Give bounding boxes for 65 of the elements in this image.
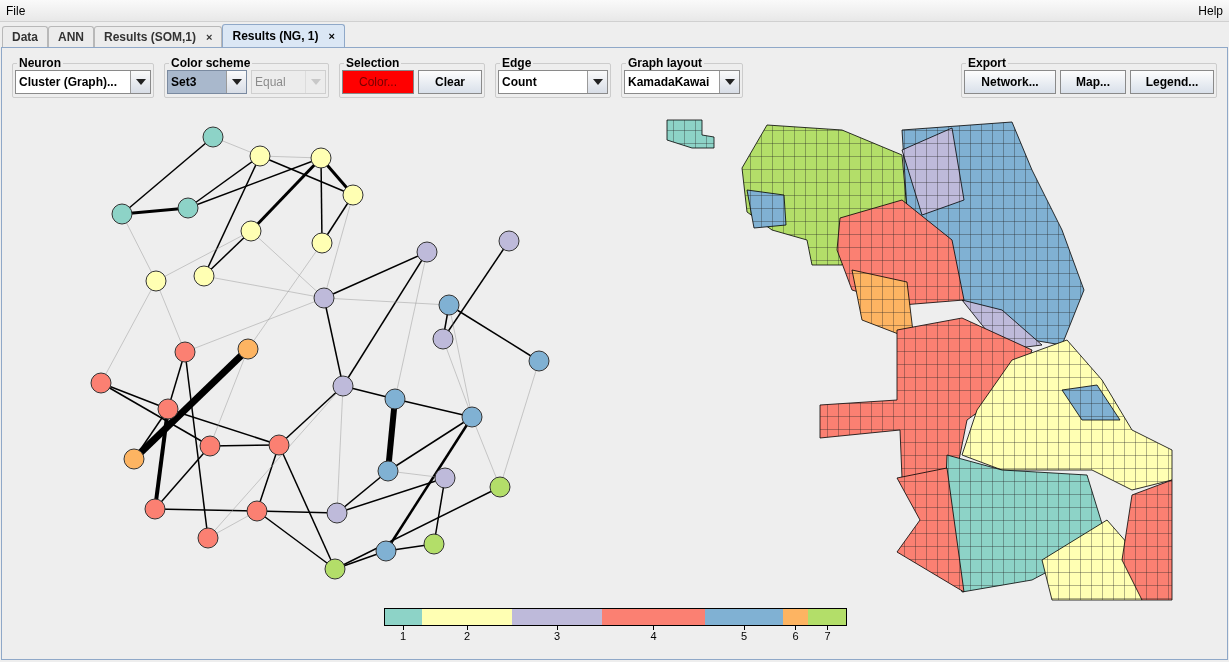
graph-node bbox=[438, 294, 460, 316]
graph-node bbox=[324, 558, 346, 580]
group-title: Selection bbox=[345, 56, 401, 70]
dropdown[interactable]: Set3 bbox=[167, 70, 247, 94]
graph-node bbox=[311, 232, 333, 254]
graph-node bbox=[246, 500, 268, 522]
graph-node bbox=[157, 398, 179, 420]
tab[interactable]: Results (SOM,1) × bbox=[94, 26, 223, 47]
graph-node bbox=[434, 467, 456, 489]
group-title: Export bbox=[967, 56, 1007, 70]
tab[interactable]: ANN bbox=[48, 26, 94, 47]
graph-node bbox=[237, 338, 259, 360]
group-title: Neuron bbox=[18, 56, 62, 70]
graph-node bbox=[90, 372, 112, 394]
legend-label: 1 bbox=[399, 630, 407, 642]
graph-node bbox=[123, 448, 145, 470]
menu-item[interactable]: File bbox=[6, 1, 26, 20]
graph-node bbox=[384, 388, 406, 410]
dropdown[interactable]: KamadaKawai bbox=[624, 70, 740, 94]
legend-label: 2 bbox=[463, 630, 471, 642]
graph-node bbox=[423, 533, 445, 555]
close-icon[interactable]: × bbox=[206, 28, 213, 46]
button[interactable]: Clear bbox=[418, 70, 482, 94]
graph-node bbox=[489, 476, 511, 498]
graph-node bbox=[174, 341, 196, 363]
legend-label: 3 bbox=[553, 630, 561, 642]
dropdown[interactable]: Cluster (Graph)... bbox=[15, 70, 151, 94]
graph-node bbox=[145, 270, 167, 292]
graph-node bbox=[375, 540, 397, 562]
tab[interactable]: Results (NG, 1) × bbox=[222, 24, 345, 47]
graph-node bbox=[342, 184, 364, 206]
graph-node bbox=[416, 241, 438, 263]
graph-node bbox=[202, 126, 224, 148]
graph-node bbox=[144, 498, 166, 520]
group-title: Graph layout bbox=[627, 56, 703, 70]
legend-label: 5 bbox=[740, 630, 748, 642]
graph-node bbox=[193, 265, 215, 287]
graph-node bbox=[111, 203, 133, 225]
legend-label: 4 bbox=[650, 630, 657, 642]
graph-node bbox=[461, 406, 483, 428]
graph-node bbox=[332, 375, 354, 397]
graph-node bbox=[377, 460, 399, 482]
graph-node bbox=[326, 502, 348, 524]
group-title: Color scheme bbox=[170, 56, 252, 70]
graph-node bbox=[177, 197, 199, 219]
button[interactable]: Map... bbox=[1060, 70, 1126, 94]
close-icon[interactable]: × bbox=[328, 27, 335, 45]
dropdown[interactable]: Count bbox=[498, 70, 608, 94]
button[interactable]: Legend... bbox=[1130, 70, 1214, 94]
graph-node bbox=[498, 230, 520, 252]
group-title: Edge bbox=[501, 56, 533, 70]
tab[interactable]: Data bbox=[2, 26, 48, 47]
graph-node bbox=[199, 435, 221, 457]
button[interactable]: Network... bbox=[964, 70, 1056, 94]
graph-node bbox=[310, 147, 332, 169]
graph-node bbox=[432, 328, 454, 350]
graph-node bbox=[197, 527, 219, 549]
legend-label: 7 bbox=[824, 630, 831, 642]
menu-item[interactable]: Help bbox=[1198, 1, 1223, 20]
graph-node bbox=[249, 145, 271, 167]
graph-node bbox=[268, 434, 290, 456]
graph-node bbox=[528, 350, 550, 372]
legend-label: 6 bbox=[792, 630, 799, 642]
graph-node bbox=[240, 220, 262, 242]
graph-node bbox=[313, 287, 335, 309]
